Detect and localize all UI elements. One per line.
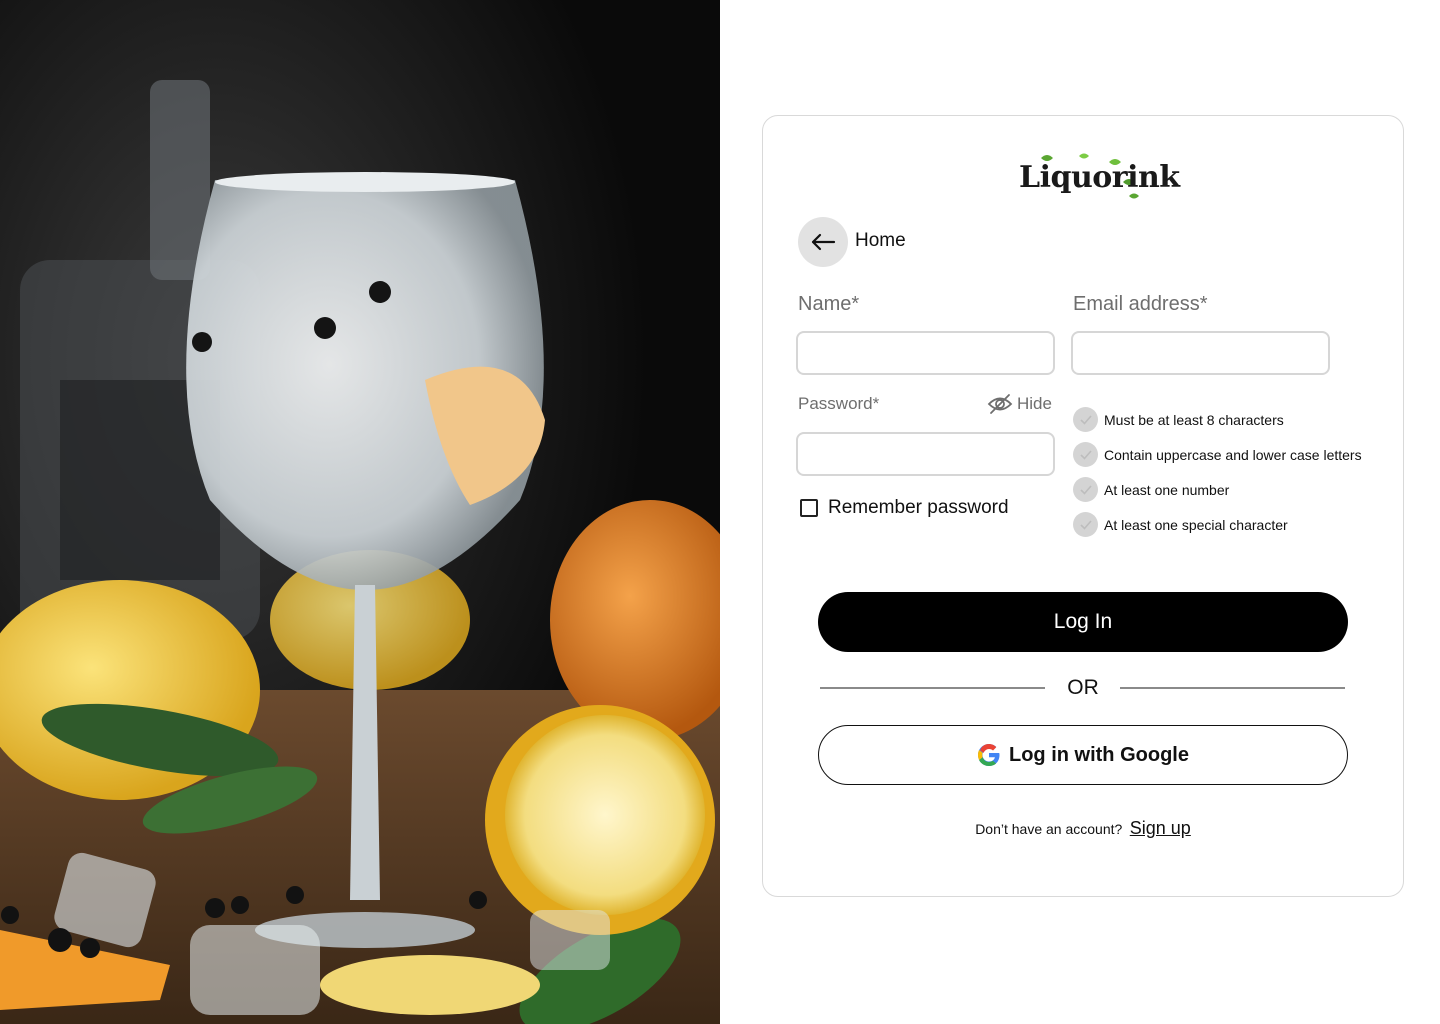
name-label: Name* xyxy=(798,293,860,315)
divider-right xyxy=(1120,687,1345,689)
password-label: Password* xyxy=(798,394,880,413)
password-rule: At least one special character xyxy=(1073,507,1362,542)
password-field[interactable] xyxy=(796,432,1055,476)
remember-checkbox[interactable] xyxy=(800,499,818,517)
google-g-icon xyxy=(978,744,1000,766)
divider-left xyxy=(820,687,1045,689)
rule-text: Contain uppercase and lower case letters xyxy=(1104,446,1362,463)
remember-label[interactable]: Remember password xyxy=(828,497,1009,519)
password-rule: Contain uppercase and lower case letters xyxy=(1073,437,1362,472)
rule-text: Must be at least 8 characters xyxy=(1104,411,1284,428)
gin-tonic-illustration xyxy=(0,0,720,1024)
logo-wordmark: Liquorink xyxy=(1019,160,1180,195)
or-separator: OR xyxy=(1067,676,1099,699)
check-circle-icon xyxy=(1073,407,1098,432)
remember-password[interactable]: Remember password xyxy=(800,497,1009,519)
check-circle-icon xyxy=(1073,477,1098,502)
email-label: Email address* xyxy=(1073,293,1208,315)
hero-photo xyxy=(0,0,720,1024)
email-field[interactable] xyxy=(1071,331,1330,375)
arrow-left-icon xyxy=(811,233,836,251)
back-home-button[interactable] xyxy=(798,217,848,267)
password-rule: At least one number xyxy=(1073,472,1362,507)
back-home-label[interactable]: Home xyxy=(855,230,906,252)
google-login-button[interactable]: Log in with Google xyxy=(818,725,1348,785)
check-circle-icon xyxy=(1073,512,1098,537)
check-circle-icon xyxy=(1073,442,1098,467)
login-button[interactable]: Log In xyxy=(818,592,1348,652)
brand-logo: Liquorink xyxy=(1019,152,1180,204)
signup-row: Don’t have an account? Sign up xyxy=(763,818,1403,839)
signup-link[interactable]: Sign up xyxy=(1130,818,1191,838)
hide-label[interactable]: Hide xyxy=(1017,394,1052,414)
rule-text: At least one special character xyxy=(1104,516,1288,533)
google-login-label[interactable]: Log in with Google xyxy=(1009,744,1189,767)
name-field[interactable] xyxy=(796,331,1055,375)
eye-off-icon xyxy=(987,394,1013,414)
rule-text: At least one number xyxy=(1104,481,1230,498)
hide-password-toggle[interactable]: Hide xyxy=(987,393,1052,415)
login-card: Liquorink Home Name* Email address* Pass… xyxy=(762,115,1404,897)
signup-prompt: Don’t have an account? xyxy=(975,821,1123,837)
password-rules-list: Must be at least 8 characters Contain up… xyxy=(1073,402,1362,542)
password-rule: Must be at least 8 characters xyxy=(1073,402,1362,437)
